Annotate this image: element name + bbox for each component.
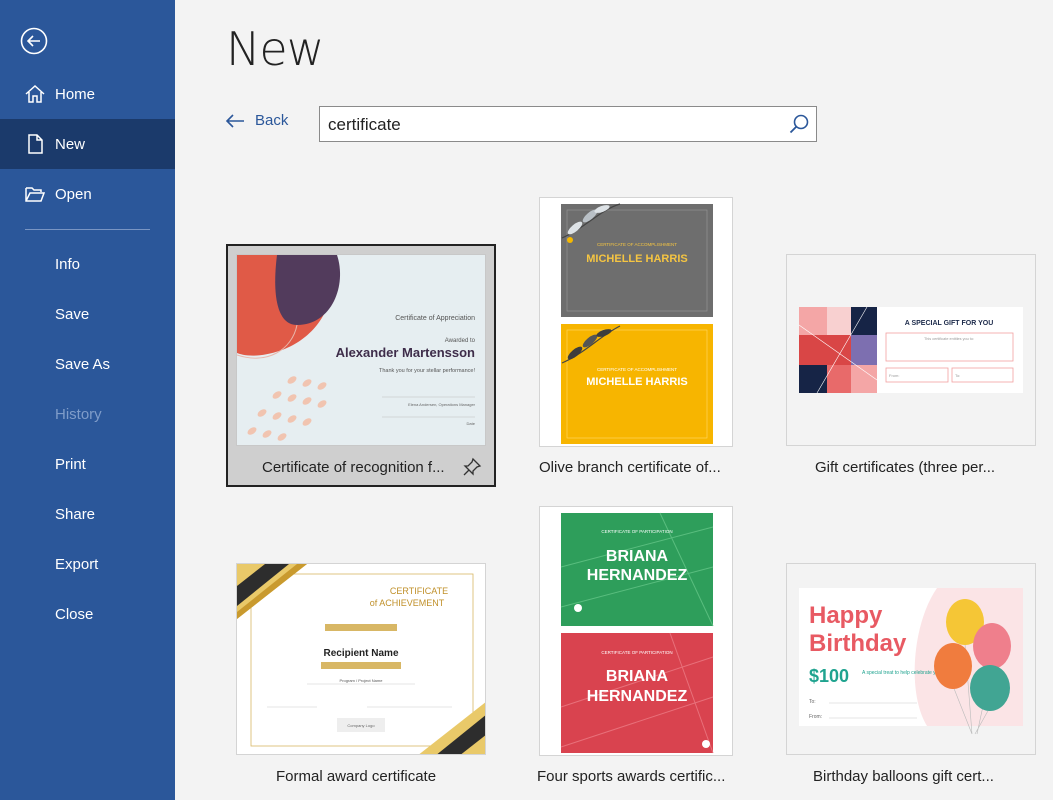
nav-new-label: New: [55, 135, 86, 153]
nav-open[interactable]: Open: [0, 169, 175, 219]
nav-close[interactable]: Close: [0, 589, 175, 639]
formal-award-artwork: CERTIFICATE of ACHIEVEMENT Recipient Nam…: [237, 564, 485, 754]
nav-save[interactable]: Save: [0, 289, 175, 339]
nav-print[interactable]: Print: [0, 439, 175, 489]
olive-name-1: MICHELLE HARRIS: [586, 253, 687, 265]
search-input[interactable]: [326, 113, 770, 137]
sports-first-1: BRIANA: [606, 548, 669, 565]
formal-heading: CERTIFICATE: [390, 586, 448, 596]
nav-save-as[interactable]: Save As: [0, 339, 175, 389]
bday-to: To:: [809, 699, 816, 705]
nav-home-label: Home: [55, 85, 96, 103]
nav-history-label: History: [55, 405, 102, 423]
bday-from: From:: [809, 714, 822, 720]
gift-from: From:: [889, 373, 899, 378]
sports-artwork: CERTIFICATE OF PARTICIPATION BRIANA HERN…: [560, 512, 714, 754]
bday-happy: Happy: [809, 602, 883, 629]
pin-icon[interactable]: [462, 457, 482, 477]
cert-recipient: Alexander Martensson: [336, 345, 475, 360]
template-thumb-olive-branch[interactable]: CERTIFICATE OF ACCOMPLISHMENT MICHELLE H…: [539, 197, 733, 447]
certificate-artwork: Certificate of Appreciation Awarded to A…: [237, 255, 476, 441]
nav-share-label: Share: [55, 505, 96, 523]
back-label: Back: [255, 112, 289, 129]
template-label-birthday[interactable]: Birthday balloons gift cert...: [813, 768, 994, 785]
formal-recipient: Recipient Name: [323, 648, 398, 659]
sports-first-2: BRIANA: [606, 668, 669, 685]
template-label-formal-award[interactable]: Formal award certificate: [276, 768, 436, 785]
folder-open-icon: [25, 187, 46, 202]
olive-heading-1: CERTIFICATE OF ACCOMPLISHMENT: [597, 242, 677, 247]
nav-save-as-label: Save As: [55, 355, 111, 373]
nav-export[interactable]: Export: [0, 539, 175, 589]
template-search-box: [319, 106, 817, 142]
search-icon[interactable]: [788, 113, 810, 135]
template-thumb-gift[interactable]: A SPECIAL GIFT FOR YOU This certificate …: [786, 254, 1036, 446]
nav-home[interactable]: Home: [0, 69, 175, 119]
bday-birthday: Birthday: [809, 630, 907, 657]
sports-heading-1: CERTIFICATE OF PARTICIPATION: [601, 529, 672, 534]
cert-awarded-to: Awarded to: [445, 338, 476, 344]
back-arrow-icon[interactable]: [20, 27, 48, 55]
template-label-gift[interactable]: Gift certificates (three per...: [815, 459, 995, 476]
new-document-icon: [28, 134, 43, 154]
nav-info-label: Info: [55, 255, 81, 273]
cert-date: Date: [467, 421, 476, 426]
sports-last-1: HERNANDEZ: [587, 567, 688, 584]
olive-heading-2: CERTIFICATE OF ACCOMPLISHMENT: [597, 367, 677, 372]
gift-entitles: This certificate entitles you to:: [924, 337, 974, 341]
cert-heading: Certificate of Appreciation: [395, 315, 475, 322]
nav-close-label: Close: [55, 605, 94, 623]
formal-logo: Company Logo: [347, 723, 375, 728]
nav-print-label: Print: [55, 455, 86, 473]
nav-open-label: Open: [55, 185, 92, 203]
cert-thanks: Thank you for your stellar performance!: [379, 368, 475, 374]
birthday-artwork: Happy Birthday $100 A special treat to h…: [799, 588, 1023, 735]
olive-branch-artwork: CERTIFICATE OF ACCOMPLISHMENT MICHELLE H…: [561, 203, 713, 444]
gift-to: To:: [955, 373, 960, 378]
gift-heading: A SPECIAL GIFT FOR YOU: [905, 320, 994, 327]
backstage-sidebar: Home New Open Info Save Save As History …: [0, 0, 175, 800]
nav-share[interactable]: Share: [0, 489, 175, 539]
back-arrow-icon: [225, 113, 244, 128]
sidebar-divider: [25, 229, 150, 230]
olive-name-2: MICHELLE HARRIS: [586, 376, 687, 388]
nav-export-label: Export: [55, 555, 99, 573]
nav-info[interactable]: Info: [0, 239, 175, 289]
nav-new[interactable]: New: [0, 119, 175, 169]
nav-history: History: [0, 389, 175, 439]
template-thumb-sports[interactable]: CERTIFICATE OF PARTICIPATION BRIANA HERN…: [539, 506, 733, 756]
back-button[interactable]: Back: [225, 112, 288, 129]
template-thumb-formal-award[interactable]: CERTIFICATE of ACHIEVEMENT Recipient Nam…: [236, 563, 486, 755]
template-thumb-recognition[interactable]: Certificate of Appreciation Awarded to A…: [236, 254, 486, 446]
page-title: New: [226, 22, 324, 76]
nav-save-label: Save: [55, 305, 90, 323]
formal-subheading: of ACHIEVEMENT: [370, 598, 445, 608]
sports-heading-2: CERTIFICATE OF PARTICIPATION: [601, 650, 672, 655]
home-icon: [25, 84, 45, 103]
cert-signer: Elena Andersen, Operations Manager: [408, 402, 476, 407]
formal-program: Program / Project Name: [340, 678, 384, 683]
gift-certificate-artwork: A SPECIAL GIFT FOR YOU This certificate …: [798, 306, 1023, 394]
bday-amount: $100: [809, 666, 849, 686]
sports-last-2: HERNANDEZ: [587, 688, 688, 705]
template-label-olive-branch[interactable]: Olive branch certificate of...: [539, 459, 721, 476]
template-label-sports[interactable]: Four sports awards certific...: [537, 768, 725, 785]
template-label-recognition[interactable]: Certificate of recognition f...: [262, 459, 445, 476]
template-thumb-birthday[interactable]: Happy Birthday $100 A special treat to h…: [786, 563, 1036, 755]
